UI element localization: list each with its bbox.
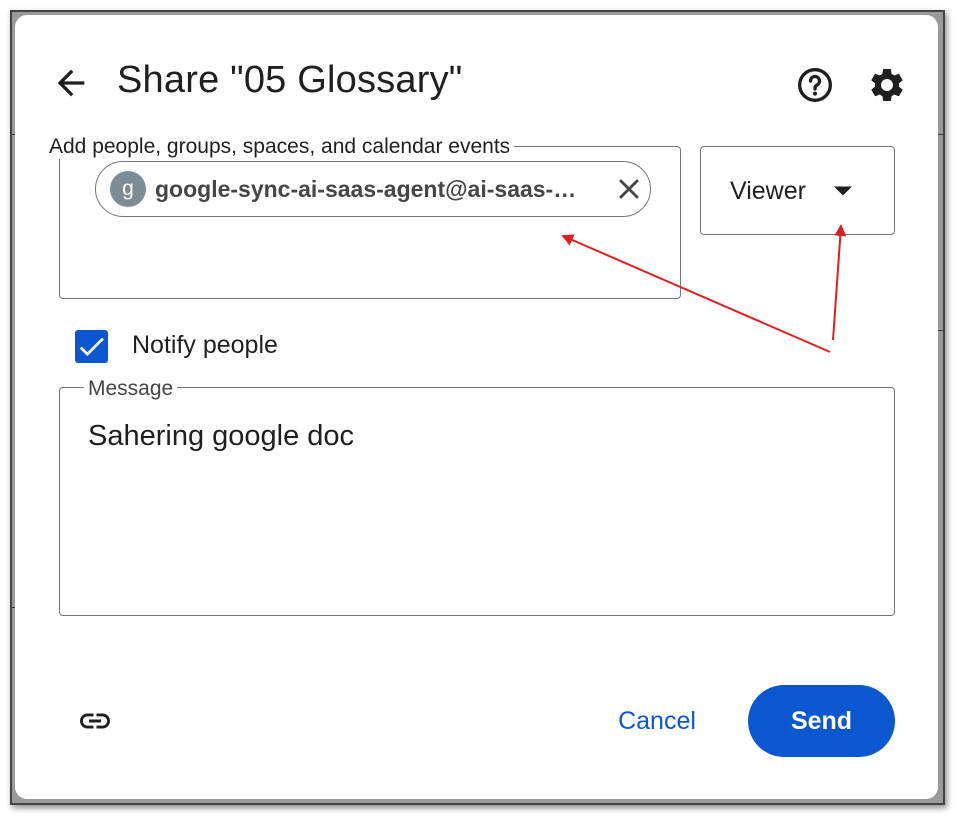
share-dialog: Share "05 Glossary" Add people, groups, …: [15, 15, 938, 799]
caret-down-icon: [834, 186, 852, 196]
notify-people-label: Notify people: [132, 331, 278, 359]
send-button[interactable]: Send: [748, 685, 895, 757]
gear-icon[interactable]: [867, 65, 907, 105]
background-line: [938, 330, 944, 331]
dialog-title: Share "05 Glossary": [117, 59, 463, 101]
cancel-button[interactable]: Cancel: [597, 701, 717, 741]
message-label: Message: [84, 377, 178, 401]
close-icon[interactable]: [612, 172, 646, 206]
recipient-chip[interactable]: g google-sync-ai-saas-agent@ai-saas-…: [95, 161, 651, 217]
avatar: g: [110, 171, 146, 207]
link-icon[interactable]: [73, 703, 117, 739]
notify-people-checkbox[interactable]: [75, 330, 108, 363]
checkmark-icon: [79, 337, 104, 357]
recipient-email: google-sync-ai-saas-agent@ai-saas-…: [155, 175, 577, 202]
help-icon[interactable]: [795, 65, 835, 105]
background-line: [938, 134, 944, 135]
role-dropdown[interactable]: Viewer: [700, 146, 895, 235]
add-people-label: Add people, groups, spaces, and calendar…: [45, 135, 515, 159]
arrow-back-icon[interactable]: [51, 63, 91, 103]
message-value: Sahering google doc: [88, 420, 355, 452]
role-selected-value: Viewer: [730, 177, 806, 205]
